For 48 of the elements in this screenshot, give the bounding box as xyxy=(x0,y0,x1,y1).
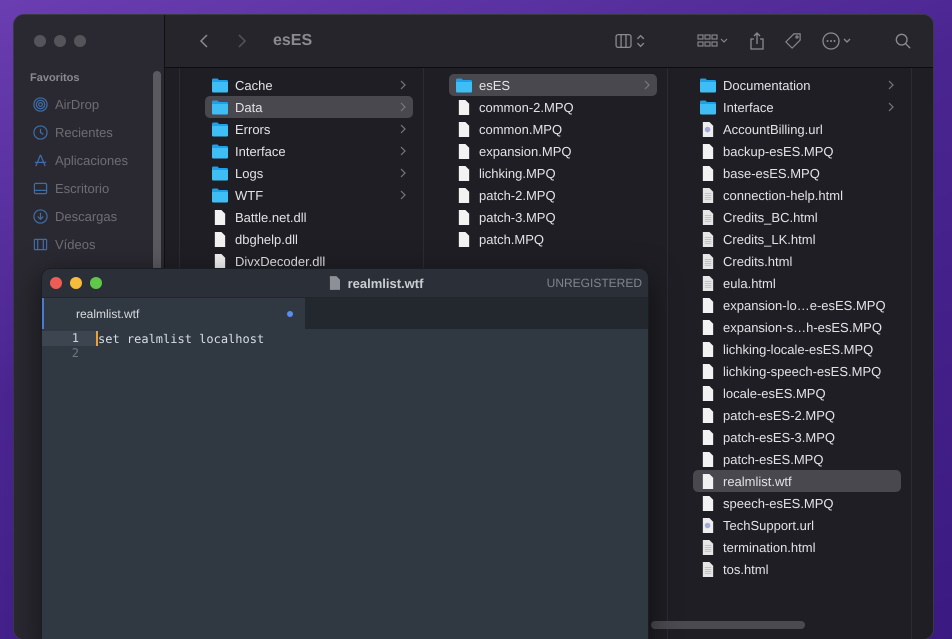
file-row[interactable]: patch-esES.MPQ xyxy=(693,448,901,470)
file-row[interactable]: lichking-locale-esES.MPQ xyxy=(693,338,901,360)
file-row[interactable]: Battle.net.dll xyxy=(205,206,413,228)
file-row[interactable]: backup-esES.MPQ xyxy=(693,140,901,162)
file-row[interactable]: Documentation xyxy=(693,74,901,96)
file-row[interactable]: patch-esES-3.MPQ xyxy=(693,426,901,448)
file-row[interactable]: termination.html xyxy=(693,536,901,558)
file-row[interactable]: lichking.MPQ xyxy=(449,162,657,184)
license-status: UNREGISTERED xyxy=(546,276,642,290)
file-row[interactable]: Cache xyxy=(205,74,413,96)
file-row[interactable]: Data xyxy=(205,96,413,118)
window-title: esES xyxy=(273,32,312,50)
file-row[interactable]: patch-3.MPQ xyxy=(449,206,657,228)
file-row[interactable]: Credits.html xyxy=(693,250,901,272)
file-row[interactable]: Credits_BC.html xyxy=(693,206,901,228)
file-row[interactable]: connection-help.html xyxy=(693,184,901,206)
file-row[interactable]: expansion-lo…e-esES.MPQ xyxy=(693,294,901,316)
file-row[interactable]: dbghelp.dll xyxy=(205,228,413,250)
file-row[interactable]: Interface xyxy=(205,140,413,162)
line-number: 2 xyxy=(70,346,80,361)
file-row[interactable]: DivxDecoder.dll xyxy=(205,250,413,272)
line-number: 1 xyxy=(42,331,97,346)
file-row[interactable]: Logs xyxy=(205,162,413,184)
file-tab[interactable]: realmlist.wtf xyxy=(42,298,305,329)
file-row[interactable]: locale-esES.MPQ xyxy=(693,382,901,404)
file-row[interactable]: base-esES.MPQ xyxy=(693,162,901,184)
file-row[interactable]: Errors xyxy=(205,118,413,140)
file-row[interactable]: patch-esES-2.MPQ xyxy=(693,404,901,426)
section-heading: Favoritos xyxy=(30,72,81,84)
file-row[interactable]: Interface xyxy=(693,96,901,118)
file-row[interactable]: patch-2.MPQ xyxy=(449,184,657,206)
file-row[interactable]: expansion.MPQ xyxy=(449,140,657,162)
file-row[interactable]: realmlist.wtf xyxy=(693,470,901,492)
file-row[interactable]: eula.html xyxy=(693,272,901,294)
file-row[interactable]: Credits_LK.html xyxy=(693,228,901,250)
file-row[interactable]: expansion-s…h-esES.MPQ xyxy=(693,316,901,338)
file-row[interactable]: common-2.MPQ xyxy=(449,96,657,118)
file-row[interactable]: lichking-speech-esES.MPQ xyxy=(693,360,901,382)
file-row[interactable]: speech-esES.MPQ xyxy=(693,492,901,514)
code-line: set realmlist localhost xyxy=(98,332,264,346)
window-title: realmlist.wtf xyxy=(348,276,424,290)
file-row[interactable]: AccountBilling.url xyxy=(693,118,901,140)
file-row[interactable]: common.MPQ xyxy=(449,118,657,140)
file-row[interactable]: TechSupport.url xyxy=(693,514,901,536)
file-row[interactable]: patch.MPQ xyxy=(449,228,657,250)
file-row[interactable]: WTF xyxy=(205,184,413,206)
file-row[interactable]: esES xyxy=(449,74,657,96)
file-row[interactable]: tos.html xyxy=(693,558,901,580)
